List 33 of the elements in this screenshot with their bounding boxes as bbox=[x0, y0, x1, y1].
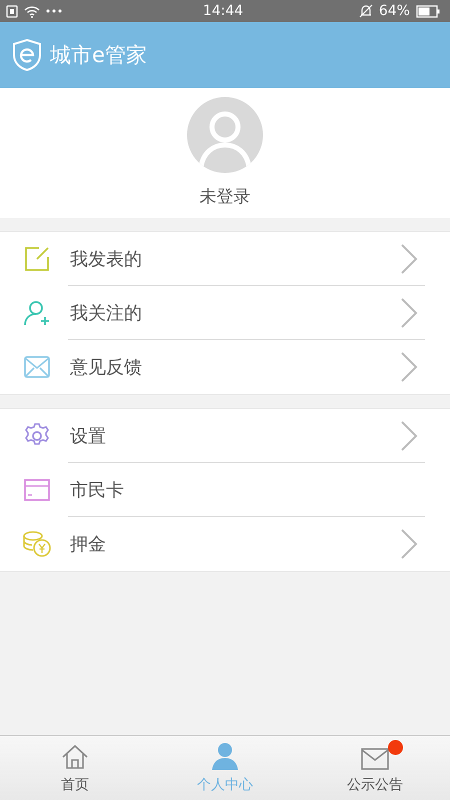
bell-off-icon bbox=[358, 4, 373, 18]
menu-label: 押金 bbox=[70, 533, 107, 556]
menu-label: 我关注的 bbox=[70, 302, 143, 325]
battery-icon bbox=[416, 4, 440, 18]
card-icon bbox=[24, 479, 50, 501]
menu-item[interactable]: 市民卡 bbox=[0, 463, 450, 517]
mail-icon bbox=[24, 356, 50, 378]
avatar-icon[interactable] bbox=[187, 97, 263, 173]
menu-label: 市民卡 bbox=[70, 479, 125, 502]
menu-label: 我发表的 bbox=[70, 248, 143, 271]
tab[interactable]: 首页 bbox=[0, 736, 150, 800]
menu-item[interactable]: 押金 bbox=[0, 517, 450, 571]
menu-item[interactable]: 意见反馈 bbox=[0, 340, 450, 394]
coins-icon bbox=[23, 531, 51, 557]
tab[interactable]: 公示公告 bbox=[300, 736, 450, 800]
wifi-icon bbox=[24, 4, 40, 18]
mail-icon bbox=[361, 748, 389, 770]
edit-icon bbox=[24, 246, 50, 272]
clock: 14:44 bbox=[202, 3, 244, 19]
menu-label: 设置 bbox=[70, 425, 107, 448]
menu-label: 意见反馈 bbox=[70, 356, 143, 379]
user-add-icon bbox=[24, 300, 50, 326]
menu-item[interactable]: 设置 bbox=[0, 409, 450, 463]
battery-percent: 64% bbox=[378, 3, 410, 19]
app-title: 城市e管家 bbox=[50, 42, 147, 69]
sim-icon bbox=[6, 4, 18, 18]
person-icon bbox=[211, 742, 239, 770]
login-status[interactable]: 未登录 bbox=[200, 185, 250, 208]
menu-item[interactable]: 我关注的 bbox=[0, 286, 450, 340]
shield-logo-icon bbox=[12, 38, 42, 72]
home-icon bbox=[61, 744, 89, 770]
menu-item[interactable]: 我发表的 bbox=[0, 232, 450, 286]
more-icon bbox=[46, 9, 62, 13]
